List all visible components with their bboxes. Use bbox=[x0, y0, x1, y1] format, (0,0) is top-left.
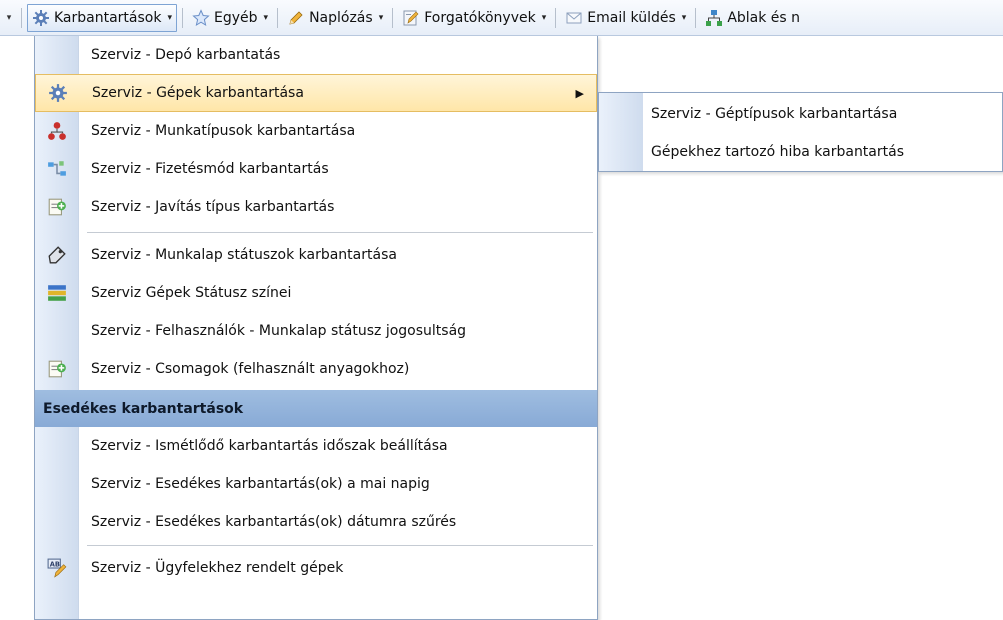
menu-separator bbox=[87, 545, 593, 546]
toolbar: ▾ Karbantartások ▾ Egyéb ▾ Naplózás ▾ Fo… bbox=[0, 0, 1003, 36]
menu-item-csomagok[interactable]: Szerviz - Csomagok (felhasznált anyagokh… bbox=[35, 350, 597, 388]
menu-item-label: Szerviz - Depó karbantatás bbox=[91, 47, 281, 63]
menu-item-gepek-statusz-szinei[interactable]: Szerviz Gépek Státusz színei bbox=[35, 274, 597, 312]
toolbar-menu-ablak[interactable]: Ablak és n bbox=[701, 4, 804, 32]
document-add-icon bbox=[35, 188, 79, 226]
toolbar-separator bbox=[392, 7, 394, 28]
gear-icon bbox=[32, 9, 50, 27]
toolbar-menu-karbantartasok[interactable]: Karbantartások ▾ bbox=[27, 3, 177, 32]
submenu-item-label: Gépekhez tartozó hiba karbantartás bbox=[651, 144, 904, 160]
submenu-arrow-icon: ▶ bbox=[575, 86, 584, 100]
menu-item-label: Szerviz - Ismétlődő karbantartás időszak… bbox=[91, 438, 448, 454]
menu-item-javitas-tipus[interactable]: Szerviz - Javítás típus karbantartás bbox=[35, 188, 597, 226]
toolbar-menu-label: Email küldés bbox=[587, 9, 676, 26]
submenu-item-label: Szerviz - Géptípusok karbantartása bbox=[651, 106, 898, 122]
menu-item-label: Szerviz - Ügyfelekhez rendelt gépek bbox=[91, 560, 344, 576]
chevron-down-icon: ▾ bbox=[167, 12, 172, 23]
toolbar-menu-email-kuldes[interactable]: Email küldés ▾ bbox=[561, 4, 690, 32]
menu-item-ugyfelekhez-rendelt-gepek[interactable]: AB Szerviz - Ügyfelekhez rendelt gépek bbox=[35, 549, 597, 587]
menu-item-label: Szerviz - Esedékes karbantartás(ok) dátu… bbox=[91, 514, 457, 530]
menu-item-ismetlodo-karbantartas[interactable]: Szerviz - Ismétlődő karbantartás időszak… bbox=[35, 427, 597, 465]
toolbar-separator bbox=[21, 7, 22, 28]
menu-item-munkalap-statuszok[interactable]: Szerviz - Munkalap státuszok karbantartá… bbox=[35, 236, 597, 274]
menu-item-label: Szerviz - Javítás típus karbantartás bbox=[91, 199, 335, 215]
toolbar-separator bbox=[277, 7, 279, 28]
script-icon bbox=[402, 9, 420, 27]
hierarchy-icon bbox=[35, 112, 79, 150]
karbantartasok-dropdown-menu: Szerviz - Depó karbantatás Szerviz - Gép… bbox=[34, 36, 598, 620]
ab-pencil-icon: AB bbox=[35, 549, 79, 587]
menu-item-depo-karbantartas[interactable]: Szerviz - Depó karbantatás bbox=[35, 36, 597, 74]
flow-icon bbox=[35, 150, 79, 188]
toolbar-menu-label: Forgatókönyvek bbox=[424, 9, 536, 26]
toolbar-menu-naplozas[interactable]: Naplózás ▾ bbox=[283, 4, 387, 32]
menu-item-label: Szerviz Gépek Státusz színei bbox=[91, 285, 292, 301]
toolbar-menu-label: Egyéb bbox=[214, 9, 258, 26]
menu-item-label: Szerviz - Esedékes karbantartás(ok) a ma… bbox=[91, 476, 430, 492]
menu-item-label: Szerviz - Munkatípusok karbantartása bbox=[91, 123, 356, 139]
toolbar-menu-label: Ablak és n bbox=[727, 9, 801, 26]
toolbar-menu-label: Naplózás bbox=[309, 9, 373, 26]
toolbar-overflow-arrow[interactable]: ▾ bbox=[2, 13, 16, 23]
menu-item-label: Szerviz - Munkalap státuszok karbantartá… bbox=[91, 247, 397, 263]
color-bars-icon bbox=[35, 274, 79, 312]
menu-item-gepek-karbantartasa[interactable]: Szerviz - Gépek karbantartása ▶ bbox=[35, 74, 597, 112]
toolbar-menu-label: Karbantartások bbox=[54, 9, 162, 26]
chevron-down-icon: ▾ bbox=[263, 12, 269, 23]
toolbar-separator bbox=[695, 7, 697, 28]
document-add-icon bbox=[35, 350, 79, 388]
menu-section-header: Esedékes karbantartások bbox=[35, 390, 597, 427]
toolbar-menu-forgatokonyvek[interactable]: Forgatókönyvek ▾ bbox=[398, 4, 550, 32]
envelope-icon bbox=[565, 9, 583, 27]
menu-item-felhasznalok-jogosultsag[interactable]: Szerviz - Felhasználók - Munkalap státus… bbox=[35, 312, 597, 350]
submenu-item-geptipusok[interactable]: Szerviz - Géptípusok karbantartása bbox=[599, 95, 1002, 133]
network-icon bbox=[705, 9, 723, 27]
submenu-item-hiba-karbantartas[interactable]: Gépekhez tartozó hiba karbantartás bbox=[599, 133, 1002, 171]
menu-item-esedekes-datumra-szures[interactable]: Szerviz - Esedékes karbantartás(ok) dátu… bbox=[35, 503, 597, 541]
toolbar-separator bbox=[555, 7, 557, 28]
menu-item-munkatipusok[interactable]: Szerviz - Munkatípusok karbantartása bbox=[35, 112, 597, 150]
toolbar-menu-egyeb[interactable]: Egyéb ▾ bbox=[188, 4, 272, 32]
menu-item-label: Szerviz - Felhasználók - Munkalap státus… bbox=[91, 323, 467, 339]
menu-item-label: Szerviz - Fizetésmód karbantartás bbox=[91, 161, 329, 177]
pencil-icon bbox=[287, 9, 305, 27]
menu-item-label: Szerviz - Gépek karbantartása bbox=[92, 85, 304, 101]
menu-item-label: Szerviz - Csomagok (felhasznált anyagokh… bbox=[91, 361, 410, 377]
chevron-down-icon: ▾ bbox=[541, 12, 547, 23]
chevron-down-icon: ▾ bbox=[681, 12, 687, 23]
gepek-karbantartasa-submenu: Szerviz - Géptípusok karbantartása Gépek… bbox=[598, 92, 1003, 172]
gear-icon bbox=[36, 74, 80, 112]
tag-icon bbox=[35, 236, 79, 274]
menu-item-esedekes-mai-napig[interactable]: Szerviz - Esedékes karbantartás(ok) a ma… bbox=[35, 465, 597, 503]
svg-text:AB: AB bbox=[50, 560, 60, 568]
star-icon bbox=[192, 8, 210, 27]
menu-separator bbox=[87, 232, 593, 233]
menu-item-fizetesmod[interactable]: Szerviz - Fizetésmód karbantartás bbox=[35, 150, 597, 188]
chevron-down-icon: ▾ bbox=[378, 12, 384, 23]
toolbar-separator bbox=[182, 7, 183, 28]
